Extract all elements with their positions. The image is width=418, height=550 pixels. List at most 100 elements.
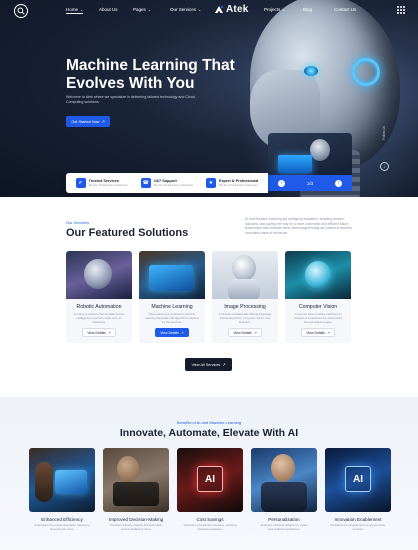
chevron-down-icon: ⌄ xyxy=(80,7,84,12)
slide-counter: 1/3 xyxy=(306,180,314,186)
arrow-up-right-icon: ↗ xyxy=(101,120,105,124)
feature-trusted: ✔ Trusted Services We Are Trusted Our Cu… xyxy=(75,178,128,188)
feature-subtitle: We Are Trusted Our Customers xyxy=(153,183,193,187)
view-details-button[interactable]: View Details ↗ xyxy=(301,328,335,338)
ai-chip-icon: AI xyxy=(345,466,371,492)
arrow-up-right-icon: ↗ xyxy=(326,330,330,335)
nav-link-label: About Us xyxy=(99,7,118,12)
card-text: Deep learning is a subset of machine lea… xyxy=(145,312,199,324)
nav-link-pages[interactable]: Pages ⌄ xyxy=(133,7,151,12)
service-cards: Robotic Automation AI refers to systems … xyxy=(66,251,353,343)
services-section: Our Services Our Featured Solutions AI a… xyxy=(0,197,418,397)
hero-section: Home ⌄ About Us Pages ⌄ Our Services ⌄ Atek xyxy=(0,0,418,197)
chevron-down-icon: ⌄ xyxy=(198,7,202,12)
get-started-button[interactable]: Get Started Now ↗ xyxy=(66,116,110,127)
service-card-image-processing: Image Processing It includes subfields l… xyxy=(212,251,278,343)
arrow-up-right-icon: ↗ xyxy=(180,330,184,335)
hero-features-bar: ✔ Trusted Services We Are Trusted Our Cu… xyxy=(66,173,268,193)
service-card-robotic-automation: Robotic Automation AI refers to systems … xyxy=(66,251,132,343)
support-icon: ☎ xyxy=(140,178,151,188)
prev-slide-button[interactable]: ‹ xyxy=(278,179,285,187)
main-nav: Home ⌄ About Us Pages ⌄ Our Services ⌄ Atek xyxy=(0,0,418,22)
hero-title: Machine Learning That Evolves With You xyxy=(66,57,235,92)
benefits-eyebrow: Benefits of AI and Machine Learning xyxy=(176,420,242,425)
nav-link-services[interactable]: Our Services ⌄ xyxy=(170,7,201,12)
scroll-down-button[interactable]: ↓ xyxy=(380,162,389,171)
nav-link-home[interactable]: Home ⌄ xyxy=(66,7,84,14)
arrow-up-right-icon: ↗ xyxy=(222,363,226,367)
card-title: Image Processing xyxy=(224,304,266,310)
view-details-label: View Details xyxy=(87,330,106,335)
ai-chip-icon: AI xyxy=(197,466,223,492)
image-processing-image xyxy=(212,251,278,299)
benefit-title: Improved Decision-Making xyxy=(108,517,164,522)
view-all-services-button[interactable]: View All Services ↗ xyxy=(185,358,232,371)
personalization-image xyxy=(251,448,317,512)
logo-icon xyxy=(214,5,224,15)
nav-link-contact[interactable]: Contact Us xyxy=(334,7,356,12)
benefit-cards: Enhanced Efficiency Automates time-consu… xyxy=(29,448,391,531)
nav-link-label: Blog xyxy=(303,7,313,12)
nav-link-label: Pages xyxy=(133,7,146,12)
view-details-label: View Details xyxy=(233,330,252,335)
benefits-section: Benefits of AI and Machine Learning Inno… xyxy=(0,397,418,550)
robot-ear-light xyxy=(352,58,380,86)
view-all-label: View All Services xyxy=(191,362,221,367)
robot-eye-image xyxy=(304,66,318,76)
benefits-title: Innovate, Automate, Elevate With AI xyxy=(119,427,299,439)
benefit-text: Analyzes customer behavior to create per… xyxy=(260,523,308,531)
benefit-title: Innovation Enablement xyxy=(334,517,382,522)
nav-link-label: Contact Us xyxy=(334,7,357,12)
benefit-title: Cost Savings xyxy=(196,517,224,522)
brand-logo[interactable]: Atek xyxy=(214,4,248,15)
services-eyebrow: Our Services xyxy=(66,220,90,225)
chevron-down-icon: ⌄ xyxy=(282,7,286,12)
card-title: Machine Learning xyxy=(151,304,193,310)
view-details-button[interactable]: View Details ↗ xyxy=(82,328,116,338)
nav-link-label: Our Services xyxy=(170,7,197,12)
benefit-text: Facilitates the development of new produ… xyxy=(330,523,386,531)
enhanced-efficiency-image xyxy=(29,448,95,512)
card-title: Robotic Automation xyxy=(76,304,122,310)
card-text: Computer vision enables machines to inte… xyxy=(294,312,342,324)
view-details-button[interactable]: View Details ↗ xyxy=(155,328,189,338)
nav-link-about[interactable]: About Us xyxy=(99,7,118,12)
view-details-label: View Details xyxy=(160,330,179,335)
feature-subtitle: We Are Trusted Our Customers xyxy=(218,183,258,187)
machine-learning-image xyxy=(139,251,205,299)
follow-us-label: Follow Us xyxy=(382,126,386,140)
hologram-screen-image xyxy=(278,155,312,173)
brand-name: Atek xyxy=(226,4,249,15)
search-button[interactable] xyxy=(14,4,28,18)
computer-vision-image xyxy=(285,251,351,299)
nav-link-projects[interactable]: Projects ⌄ xyxy=(264,7,286,12)
benefit-text: Optimizes operational processes, reducin… xyxy=(183,523,237,531)
benefit-title: Enhanced Efficiency xyxy=(41,517,83,522)
expert-icon: ★ xyxy=(205,178,216,188)
arrow-down-icon: ↓ xyxy=(383,163,386,170)
hero-slider-controls: ‹ 1/3 › xyxy=(268,175,352,191)
card-title: Computer Vision xyxy=(298,304,338,310)
hero-description: Welcome to Atek where we specialize in d… xyxy=(66,95,195,104)
improved-decision-making-image xyxy=(103,448,169,512)
arrow-up-right-icon: ↗ xyxy=(107,330,111,335)
next-slide-button[interactable]: › xyxy=(334,179,342,187)
robot-thumbnail-image xyxy=(310,139,330,161)
shield-icon: ✔ xyxy=(75,178,86,188)
chevron-down-icon: ⌄ xyxy=(147,7,152,12)
benefit-cost-savings: AI Cost Savings Optimizes operational pr… xyxy=(177,448,243,531)
menu-grid-icon[interactable] xyxy=(397,6,405,14)
nav-link-label: Projects xyxy=(264,7,281,12)
innovation-enablement-image: AI xyxy=(325,448,391,512)
benefit-text: Automates time-consuming tasks, freeing … xyxy=(34,523,90,531)
search-icon xyxy=(17,7,25,15)
service-card-machine-learning: Machine Learning Deep learning is a subs… xyxy=(139,251,205,343)
view-details-button[interactable]: View Details ↗ xyxy=(228,328,262,338)
services-intro: AI and Machine Learning are reshaping in… xyxy=(245,217,353,235)
nav-link-label: Home xyxy=(66,7,79,12)
page: Home ⌄ About Us Pages ⌄ Our Services ⌄ Atek xyxy=(0,0,418,550)
feature-support: ☎ 24/7 Support We Are Trusted Our Custom… xyxy=(140,178,193,188)
feature-expert: ★ Expert & Professional We Are Trusted O… xyxy=(205,178,258,188)
services-title: Our Featured Solutions xyxy=(66,227,189,239)
nav-link-blog[interactable]: Blog xyxy=(303,7,312,12)
